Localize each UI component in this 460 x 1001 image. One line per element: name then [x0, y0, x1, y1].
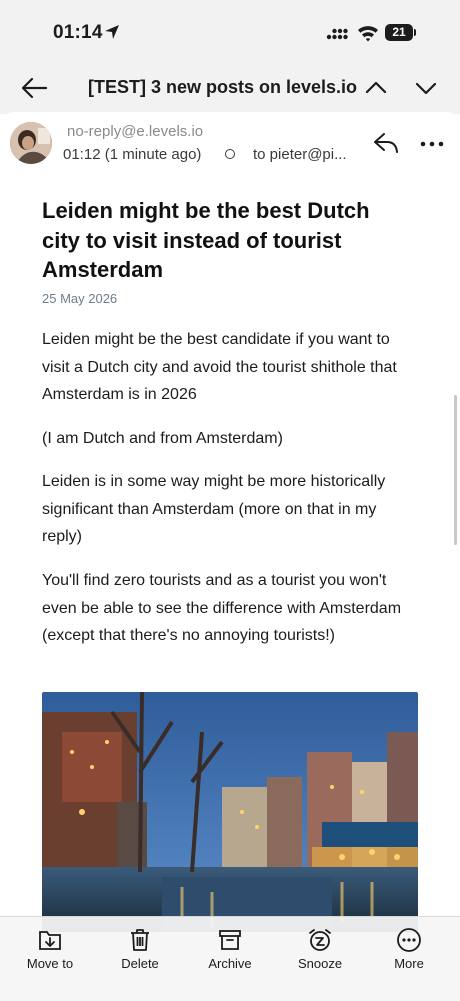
archive-button[interactable]: Archive	[190, 927, 270, 971]
chevron-down-icon[interactable]	[414, 76, 438, 100]
status-bar: 01:14 21	[0, 0, 460, 62]
reply-icon[interactable]	[373, 131, 399, 155]
email-subject-title: [TEST] 3 new posts on levels.io	[88, 77, 358, 97]
email-navigation-bar: [TEST] 3 new posts on levels.io	[0, 62, 460, 114]
wifi-icon	[358, 26, 378, 42]
unread-dot-icon	[225, 149, 235, 159]
post-paragraph: You'll find zero tourists and as a touri…	[42, 572, 402, 644]
sender-avatar[interactable]	[10, 122, 52, 164]
battery-indicator: 21	[385, 24, 413, 41]
post-paragraph: (I am Dutch and from Amsterdam)	[42, 430, 283, 447]
sent-time: 01:12 (1 minute ago)	[63, 146, 202, 163]
alarm-icon	[309, 929, 331, 951]
more-label: More	[394, 956, 424, 971]
snooze-button[interactable]: Snooze	[280, 927, 360, 971]
delete-label: Delete	[121, 956, 159, 971]
post-paragraph: Leiden is in some way might be more hist…	[42, 473, 386, 545]
chevron-up-icon[interactable]	[364, 76, 388, 100]
post-date: 25 May 2026	[42, 291, 118, 306]
more-button[interactable]: More	[369, 927, 449, 971]
email-actions-toolbar: Move to Delete Archive Snooze More	[0, 916, 460, 1001]
location-arrow-icon	[105, 25, 119, 39]
more-icon	[397, 928, 421, 952]
canal-photo-image	[42, 692, 418, 932]
post-photo-leiden-canal[interactable]	[42, 692, 418, 932]
delete-button[interactable]: Delete	[100, 927, 180, 971]
signal-icon	[326, 28, 348, 40]
move-to-label: Move to	[26, 956, 74, 971]
avatar-image	[10, 122, 52, 164]
move-to-icon	[39, 931, 61, 950]
more-options-icon[interactable]	[420, 141, 444, 147]
back-arrow-icon[interactable]	[20, 76, 48, 100]
snooze-label: Snooze	[297, 956, 343, 971]
trash-icon	[131, 929, 149, 951]
post-title: Leiden might be the best Dutch city to v…	[42, 198, 370, 282]
post-paragraph: Leiden might be the best candidate if yo…	[42, 331, 397, 403]
recipient-address[interactable]: to pieter@pi...	[253, 146, 347, 163]
scroll-indicator[interactable]	[454, 395, 457, 545]
archive-label: Archive	[208, 956, 252, 971]
status-time: 01:14	[53, 22, 103, 43]
move-to-button[interactable]: Move to	[10, 927, 90, 971]
archive-icon	[219, 930, 241, 950]
battery-tip	[414, 29, 416, 36]
sender-address: no-reply@e.levels.io	[67, 123, 204, 140]
